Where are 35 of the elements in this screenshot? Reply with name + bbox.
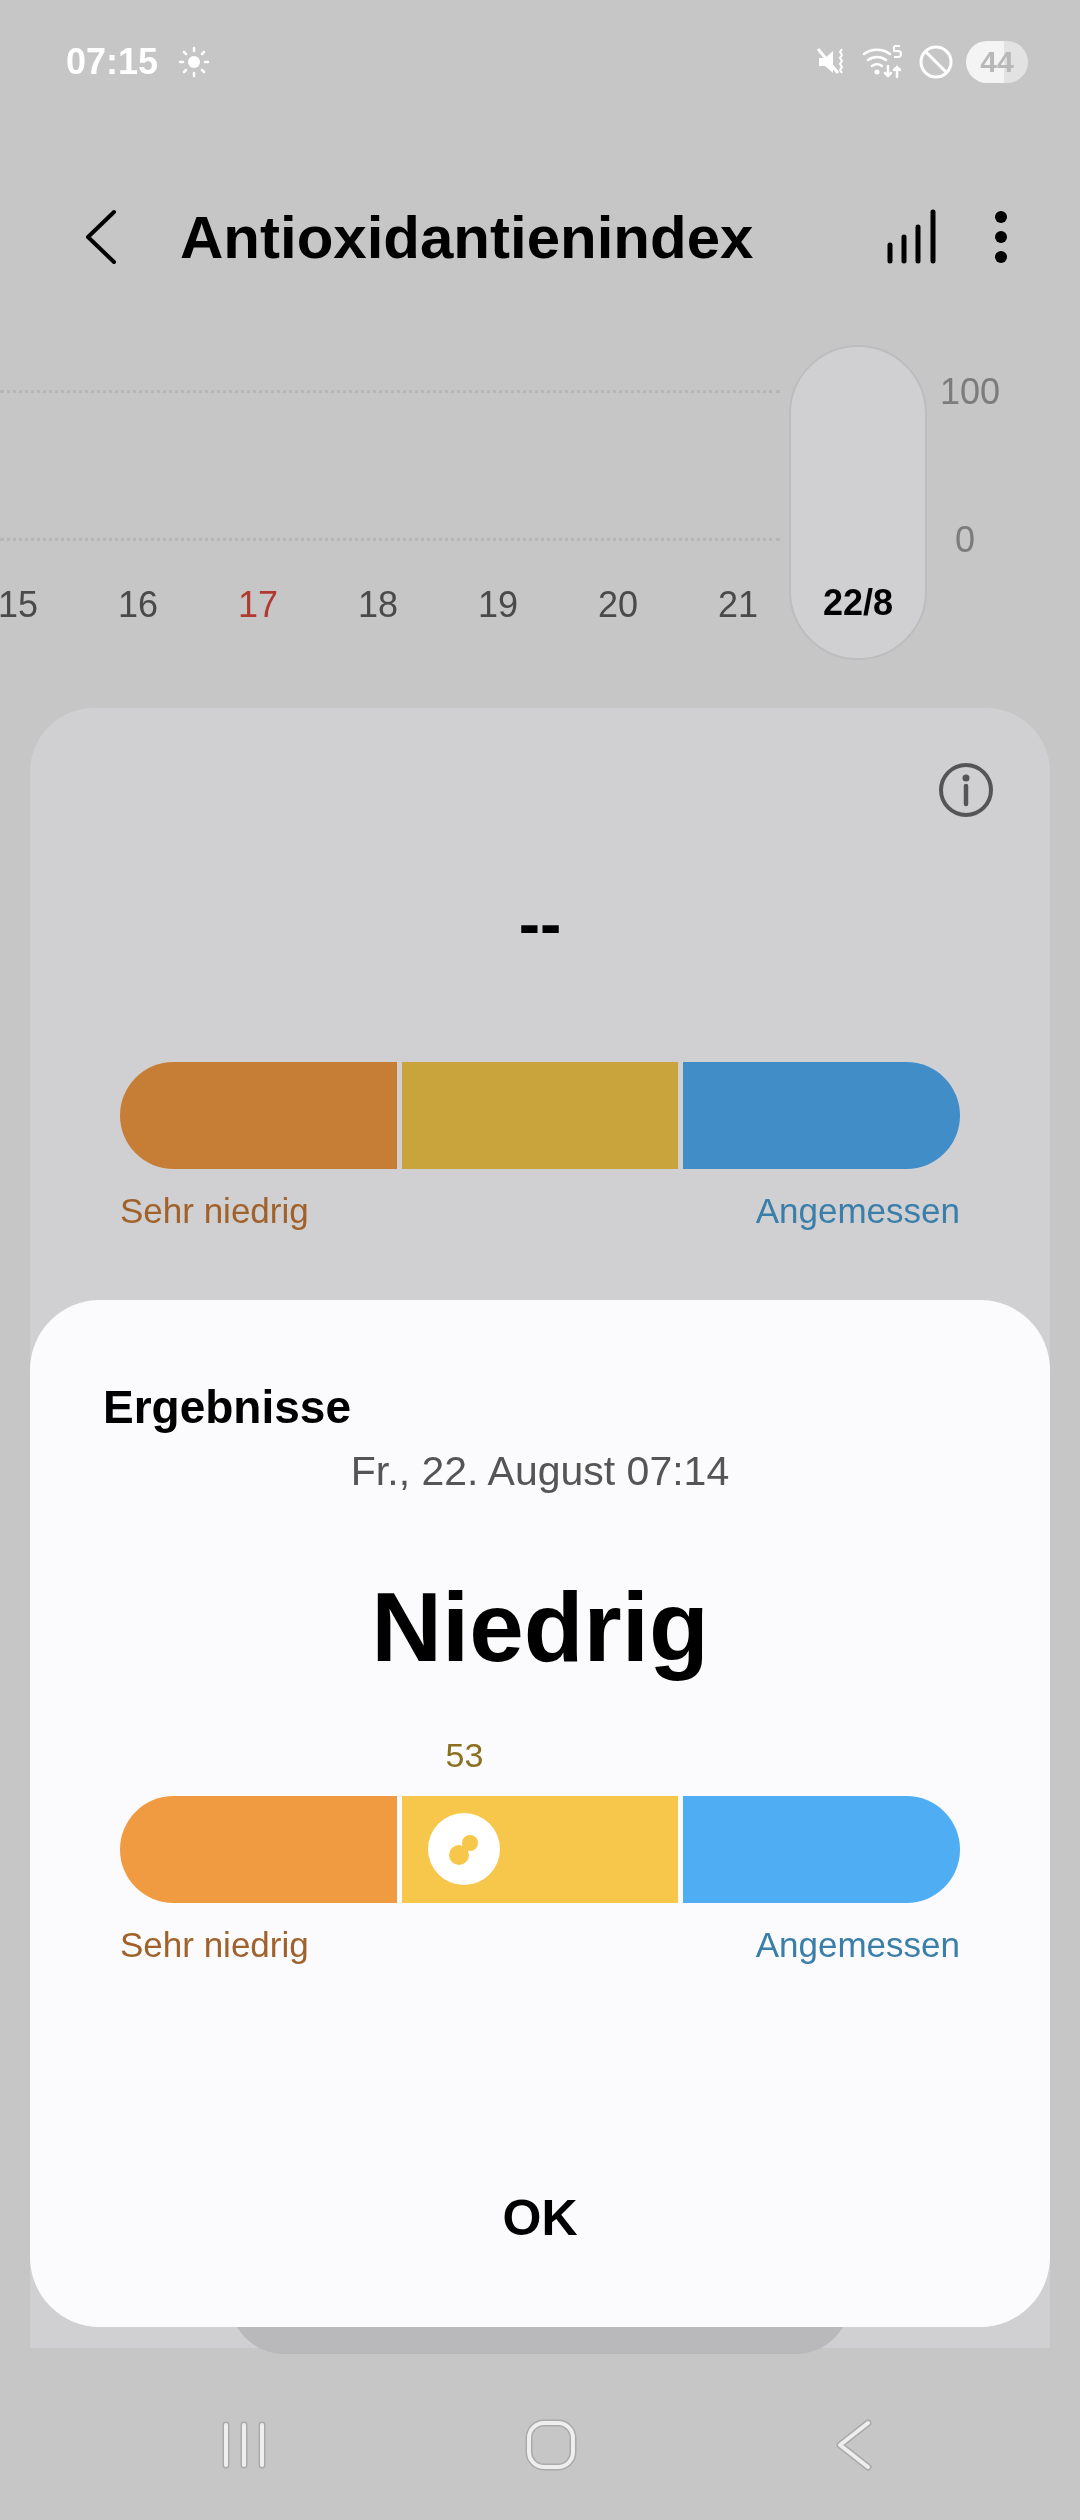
gauge-reading: 53 [445, 1736, 484, 1775]
day-tab[interactable]: 15 [0, 584, 38, 660]
more-options-button[interactable] [994, 209, 1008, 265]
day-tab[interactable]: 19 [477, 584, 518, 660]
battery-indicator: 44 [966, 41, 1028, 83]
do-not-disturb-icon [918, 44, 954, 80]
gauge-label: Angemessen [755, 1191, 960, 1231]
gauge-label: Angemessen [755, 1925, 960, 1965]
clock-time: 07:15 [66, 41, 159, 83]
back-icon [84, 209, 118, 265]
result-level: Niedrig [370, 1571, 710, 1684]
result-date: Fr., 22. August 07:14 [349, 1448, 731, 1495]
gauge-label: Sehr niedrig [120, 1191, 309, 1231]
axis-label: 0 [955, 519, 976, 561]
day-tab[interactable]: 22/8 [789, 345, 927, 660]
info-icon[interactable] [938, 762, 994, 818]
back-button[interactable] [84, 209, 118, 265]
index-value: -- [517, 887, 563, 962]
day-tab[interactable]: 16 [117, 584, 158, 660]
axis-label: 100 [940, 371, 1001, 413]
day-tab[interactable]: 18 [357, 584, 398, 660]
back-icon [834, 2419, 874, 2471]
home-icon [525, 2419, 577, 2471]
page-title: Antioxidantienindex [180, 202, 754, 272]
gauge-label: Sehr niedrig [120, 1925, 309, 1965]
chart-button[interactable] [886, 209, 938, 265]
bar-chart-icon [886, 209, 938, 265]
day-tab[interactable]: 20 [597, 584, 638, 660]
day-tab[interactable]: 21 [717, 584, 758, 660]
day-tab[interactable]: 17 [237, 584, 278, 660]
recent-apps-icon [220, 2420, 268, 2470]
ok-button[interactable]: OK [442, 2169, 638, 2267]
dialog-title: Ergebnisse [103, 1380, 352, 1434]
more-icon [994, 209, 1008, 265]
sun-icon [178, 46, 211, 78]
